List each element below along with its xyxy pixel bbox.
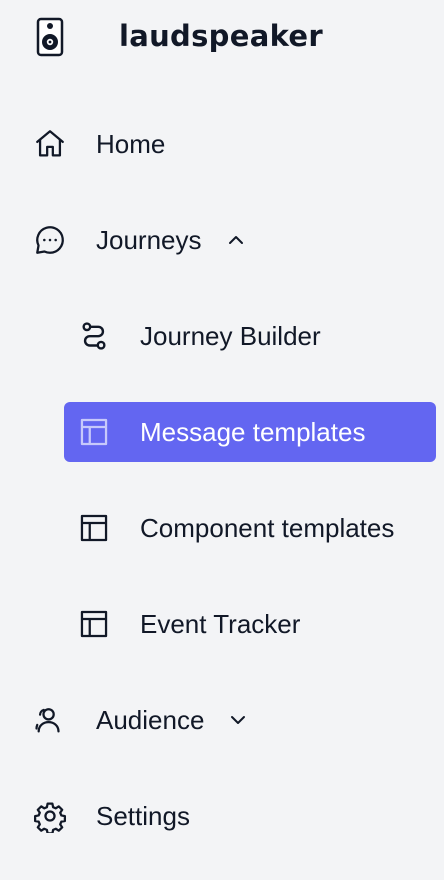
sidebar-item-label: Component templates (140, 513, 395, 543)
sidebar-item-journeys[interactable]: Journeys (0, 210, 444, 270)
sidebar-item-label: Journeys (96, 225, 202, 255)
sidebar-item-event-tracker[interactable]: Event Tracker (0, 594, 444, 654)
sidebar-item-journey-builder[interactable]: Journey Builder (0, 306, 444, 366)
sidebar-item-component-templates[interactable]: Component templates (0, 498, 444, 558)
route-icon (77, 319, 111, 353)
sidebar-item-audience[interactable]: Audience (0, 690, 444, 750)
brand-name: laudspeaker (119, 19, 323, 53)
sidebar-item-label: Message templates (140, 417, 366, 447)
sidebar-item-label: Audience (96, 705, 205, 735)
chevron-down-icon[interactable] (228, 710, 248, 730)
chat-bubble-icon (33, 223, 67, 257)
template-icon (77, 511, 111, 545)
home-icon (33, 127, 67, 161)
template-icon (77, 607, 111, 641)
template-icon (77, 415, 111, 449)
speaker-icon (36, 17, 64, 57)
sidebar-item-settings[interactable]: Settings (0, 786, 444, 846)
sidebar-item-label: Journey Builder (140, 321, 321, 351)
sidebar-item-message-templates[interactable]: Message templates (0, 402, 444, 462)
users-icon (33, 703, 67, 737)
sidebar-item-label: Home (96, 129, 166, 159)
gear-icon (33, 799, 67, 833)
sidebar-item-home[interactable]: Home (0, 114, 444, 174)
sidebar-item-label: Settings (96, 801, 190, 831)
sidebar-item-label: Event Tracker (140, 609, 301, 639)
brand-header[interactable]: laudspeaker (36, 17, 416, 57)
chevron-up-icon[interactable] (226, 230, 246, 250)
